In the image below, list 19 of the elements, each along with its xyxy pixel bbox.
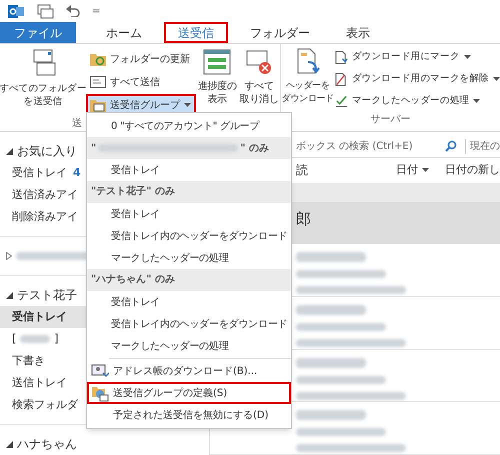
button-label: 表示: [207, 93, 227, 106]
group-label: サーバー: [370, 113, 410, 127]
button-label: を送受信: [24, 95, 62, 108]
header-suffix: " のみ: [240, 142, 269, 156]
folder-label: [: [12, 330, 16, 347]
group-label: 送: [72, 117, 82, 131]
unread-count: 4: [73, 164, 81, 181]
menu-section-header: "テスト花子" のみ: [87, 181, 291, 203]
folder-label: 受信トレイ: [12, 164, 67, 181]
button-label: 取り消し: [240, 93, 278, 106]
menu-section-header: "ハナちゃん" のみ: [87, 269, 291, 291]
button-label: ヘッダーを: [286, 80, 330, 93]
folder-label: ]: [54, 330, 59, 347]
button-label: すべて: [244, 80, 274, 93]
sender-name: 郎: [296, 210, 312, 228]
folder-label: 受信トレイ: [12, 308, 67, 325]
quote-mark: ": [91, 142, 96, 156]
button-label: ダウンロード: [282, 93, 334, 106]
button-label: 進捗度の: [198, 80, 237, 93]
